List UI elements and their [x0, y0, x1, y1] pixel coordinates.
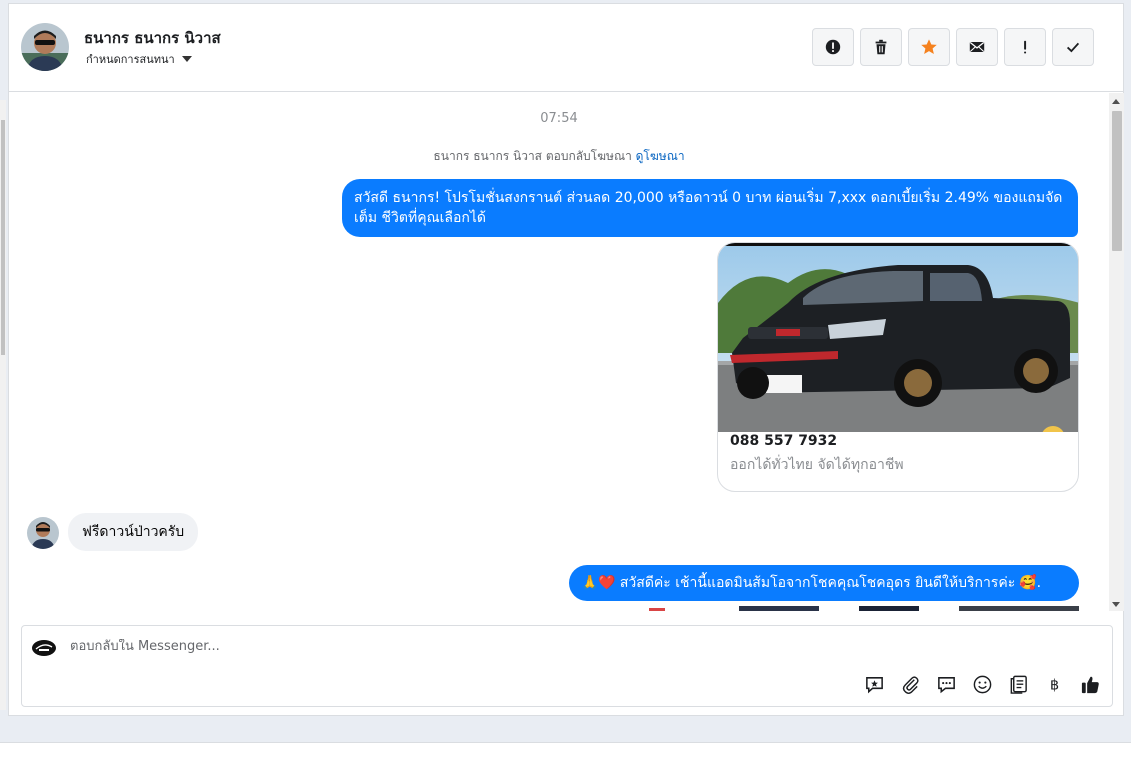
exclamation-icon: [1024, 40, 1027, 54]
svg-text:฿: ฿: [1049, 677, 1058, 693]
scroll-up-arrow-icon[interactable]: [1112, 99, 1120, 104]
attachment-button[interactable]: [898, 672, 922, 696]
message-composer: ฿: [21, 625, 1113, 707]
delete-button[interactable]: [860, 28, 902, 66]
incoming-message[interactable]: ฟรีดาวน์ป่าวครับ: [68, 513, 199, 551]
assign-conversation-dropdown[interactable]: กำหนดการสนทนา: [86, 50, 192, 68]
chat-button[interactable]: [934, 672, 958, 696]
assign-conversation-label: กำหนดการสนทนา: [86, 53, 175, 66]
ad-card-title: 088 557 7932: [730, 433, 838, 449]
caret-down-icon: [181, 56, 192, 62]
follow-up-button[interactable]: [1004, 28, 1046, 66]
payment-button[interactable]: ฿: [1042, 672, 1066, 696]
chat-bubble-icon: [937, 676, 955, 693]
bottom-bar: [0, 742, 1131, 757]
reply-input[interactable]: [70, 639, 970, 654]
scrollbar-thumb[interactable]: [1112, 111, 1122, 251]
like-button[interactable]: [1078, 672, 1102, 696]
contact-avatar[interactable]: [21, 23, 69, 71]
contact-name: ธนากร ธนากร นิวาส: [84, 29, 221, 47]
trash-icon: [875, 39, 887, 55]
next-image-preview: [629, 606, 1079, 611]
envelope-icon: [969, 42, 985, 52]
ad-reply-note: ธนากร ธนากร นิวาส ตอบกลับโฆษณา ดูโฆษณา: [9, 147, 1109, 166]
ad-card-subtitle: ออกได้ทั่วไทย จัดได้ทุกอาชีพ: [730, 457, 904, 473]
conversation-header: ธนากร ธนากร นิวาส กำหนดการสนทนา: [9, 4, 1123, 92]
view-ad-link[interactable]: ดูโฆษณา: [636, 149, 685, 163]
baht-icon: ฿: [1049, 677, 1058, 693]
composer-toolbar: ฿: [862, 672, 1102, 696]
smiling-hearts-emoji: 🥰.: [1019, 575, 1042, 591]
pickup-truck-image: [718, 243, 1078, 432]
star-icon: [921, 39, 937, 55]
contact-avatar-small[interactable]: [27, 517, 59, 549]
template-icon: [1010, 675, 1027, 694]
message-timestamp: 07:54: [540, 111, 578, 126]
template-button[interactable]: [1006, 672, 1030, 696]
ad-card[interactable]: 088 557 7932 ออกได้ทั่วไทย จัดได้ทุกอาชี…: [717, 242, 1079, 492]
thread-scrollbar[interactable]: [1109, 93, 1124, 611]
outgoing-message[interactable]: สวัสดี ธนากร! โปรโมชั่นสงกรานต์ ส่วนลด 2…: [342, 179, 1078, 237]
mark-unread-button[interactable]: [956, 28, 998, 66]
header-actions: [812, 28, 1094, 66]
page-avatar: [31, 638, 57, 658]
checkmark-icon: [1066, 42, 1080, 53]
pray-heart-emoji: 🙏❤️: [581, 575, 616, 591]
outer-scrollbar-thumb[interactable]: [1, 120, 5, 355]
outer-scrollbar[interactable]: [0, 100, 6, 710]
mark-done-button[interactable]: [1052, 28, 1094, 66]
saved-reply-icon: [865, 676, 883, 693]
spam-button[interactable]: [812, 28, 854, 66]
alert-circle-icon: [825, 39, 841, 55]
message-thread[interactable]: 07:54 ธนากร ธนากร นิวาส ตอบกลับโฆษณา ดูโ…: [9, 93, 1109, 611]
star-button[interactable]: [908, 28, 950, 66]
ad-reply-note-text: ธนากร ธนากร นิวาส ตอบกลับโฆษณา: [433, 149, 632, 163]
attachment-icon: [902, 675, 919, 694]
emoji-button[interactable]: [970, 672, 994, 696]
messenger-inbox-page: ธนากร ธนากร นิวาส กำหนดการสนทนา 07:54 ธน…: [0, 0, 1131, 757]
conversation-panel: ธนากร ธนากร นิวาส กำหนดการสนทนา 07:54 ธน…: [8, 3, 1124, 716]
emoji-icon: [973, 675, 991, 693]
thumbs-up-icon: [1081, 676, 1099, 693]
saved-reply-button[interactable]: [862, 672, 886, 696]
outgoing-message-text: สวัสดีค่ะ เช้านี้แอดมินส้มโอจากโชคคุณโชค…: [619, 575, 1016, 591]
scroll-down-arrow-icon[interactable]: [1112, 602, 1120, 607]
outgoing-message[interactable]: 🙏❤️ สวัสดีค่ะ เช้านี้แอดมินส้มโอจากโชคคุ…: [569, 565, 1079, 601]
